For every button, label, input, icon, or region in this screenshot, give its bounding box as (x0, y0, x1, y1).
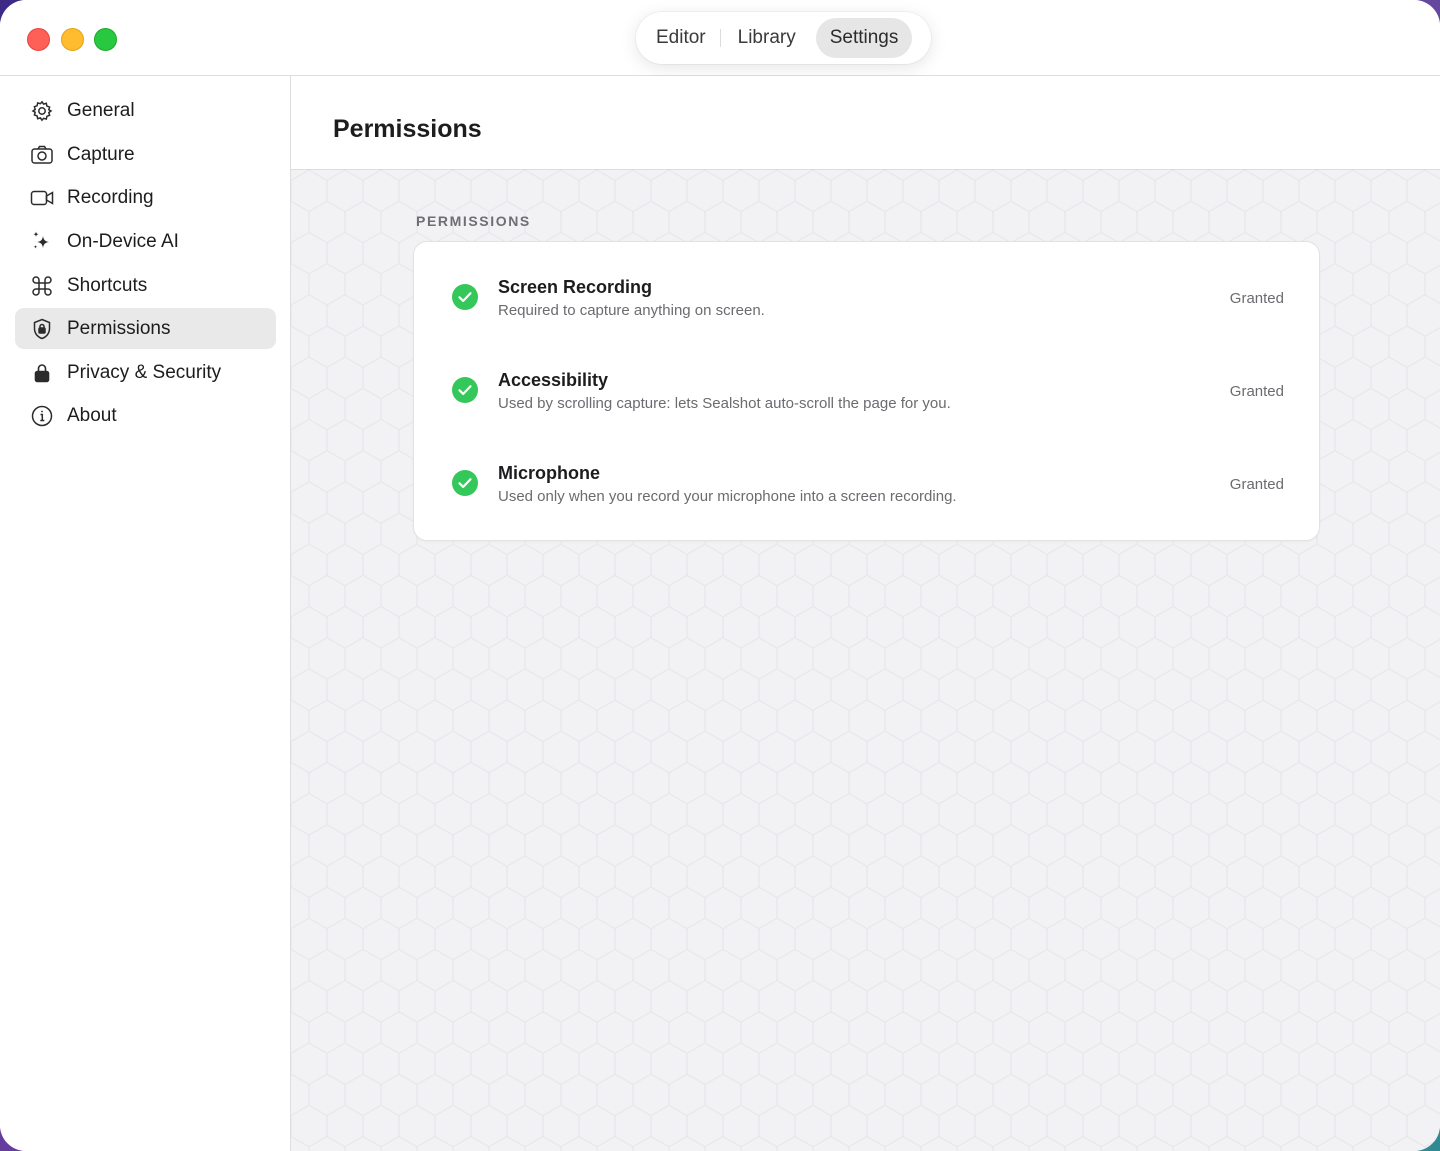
tab-library[interactable]: Library (724, 18, 810, 58)
permission-status: Granted (1229, 476, 1284, 493)
permission-description: Used only when you record your microphon… (498, 488, 957, 505)
permission-row-screen-recording: Screen Recording Required to capture any… (414, 252, 1319, 345)
sidebar-item-label: Privacy & Security (67, 361, 222, 383)
sidebar-item-label: Capture (67, 143, 135, 165)
permission-description: Used by scrolling capture: lets Sealshot… (498, 395, 951, 412)
settings-main-panel: Permissions PERMISSIONS Screen Recording… (291, 76, 1440, 1151)
permission-description: Required to capture anything on screen. (498, 302, 765, 319)
sidebar-item-shortcuts[interactable]: Shortcuts (15, 265, 276, 306)
gear-icon (30, 99, 54, 123)
sidebar-item-on-device-ai[interactable]: On-Device AI (15, 221, 276, 262)
page-header: Permissions (291, 76, 1440, 170)
permission-title: Microphone (498, 463, 600, 483)
permission-row-microphone: Microphone Used only when you record you… (414, 438, 1319, 531)
permission-title: Screen Recording (498, 277, 653, 297)
sidebar-item-label: Recording (67, 186, 154, 208)
page-title: Permissions (333, 115, 482, 143)
zoom-window-button[interactable] (94, 28, 117, 51)
command-icon (30, 274, 54, 298)
checkmark-circle-icon (452, 377, 478, 403)
sidebar-item-label: About (67, 404, 117, 426)
checkmark-circle-icon (452, 284, 478, 310)
sidebar-item-general[interactable]: General (15, 90, 276, 131)
settings-sidebar: General Capture Recording On-Device AI S… (0, 76, 291, 1151)
permissions-card: Screen Recording Required to capture any… (413, 241, 1320, 541)
close-window-button[interactable] (27, 28, 50, 51)
section-heading: PERMISSIONS (416, 213, 531, 229)
sidebar-item-label: On-Device AI (67, 230, 179, 252)
info-icon (30, 404, 54, 428)
sidebar-item-label: Shortcuts (67, 274, 148, 296)
content-area: PERMISSIONS Screen Recording Required to… (291, 170, 1440, 1151)
camera-icon (30, 143, 54, 167)
shield-lock-icon (30, 317, 54, 341)
app-window: Editor Library Settings General Capture … (0, 0, 1440, 1151)
view-switcher: Editor Library Settings (636, 12, 931, 64)
permission-status: Granted (1229, 290, 1284, 307)
sidebar-item-about[interactable]: About (15, 395, 276, 436)
sidebar-item-recording[interactable]: Recording (15, 177, 276, 218)
video-camera-icon (30, 186, 54, 210)
tab-settings[interactable]: Settings (815, 18, 913, 58)
permission-status: Granted (1229, 383, 1284, 400)
title-bar: Editor Library Settings (0, 0, 1440, 76)
lock-icon (30, 361, 54, 385)
sidebar-item-label: General (67, 99, 135, 121)
minimize-window-button[interactable] (61, 28, 84, 51)
sidebar-item-privacy-security[interactable]: Privacy & Security (15, 352, 276, 393)
checkmark-circle-icon (452, 470, 478, 496)
sidebar-item-label: Permissions (67, 317, 171, 339)
permission-row-accessibility: Accessibility Used by scrolling capture:… (414, 345, 1319, 438)
sparkle-icon (30, 230, 54, 254)
sidebar-item-capture[interactable]: Capture (15, 134, 276, 175)
permission-title: Accessibility (498, 370, 609, 390)
tab-editor[interactable]: Editor (642, 18, 721, 58)
sidebar-item-permissions[interactable]: Permissions (15, 308, 276, 349)
